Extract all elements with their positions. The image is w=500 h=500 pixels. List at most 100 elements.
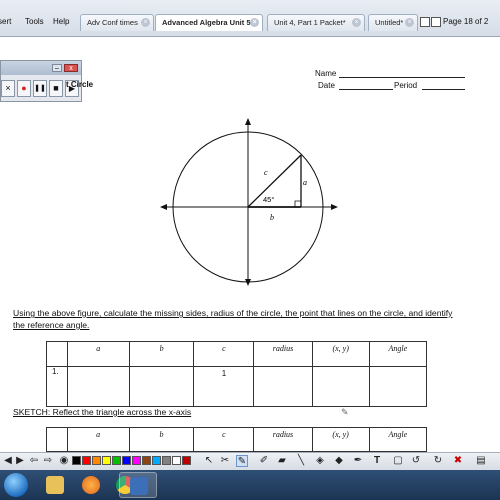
name-label: Name: [315, 69, 337, 78]
period-blank-line: [422, 89, 465, 90]
delete-icon[interactable]: ✖: [452, 455, 464, 467]
sketch-title: SKETCH: Reflect the triangle across the …: [13, 407, 192, 417]
tab-label: Untitled*: [375, 18, 404, 27]
table-header-row: a b c radius (x, y) Angle: [46, 427, 428, 452]
close-icon[interactable]: ×: [141, 18, 150, 27]
previous-page-icon[interactable]: ⇦: [28, 455, 40, 467]
smart-notebook-icon: [130, 477, 148, 495]
date-blank-line: [339, 89, 393, 90]
menu-tools[interactable]: Tools: [25, 17, 44, 26]
text-icon[interactable]: T: [371, 455, 383, 467]
screen-icon[interactable]: ▢: [392, 455, 404, 467]
start-button[interactable]: [4, 473, 28, 497]
windows-taskbar: [0, 470, 500, 500]
magic-pen-icon[interactable]: ✒: [352, 455, 364, 467]
unit-circle-figure: c a b 45°: [160, 118, 338, 286]
record-button[interactable]: ●: [17, 80, 31, 97]
date-label: Date: [318, 81, 335, 90]
table-header-cell: radius: [253, 427, 313, 452]
table-cell[interactable]: [311, 366, 370, 407]
angle-label: 45°: [263, 195, 274, 204]
table-header-cell: (x, y): [311, 341, 370, 367]
page-indicator: Page 18 of 2: [443, 17, 489, 26]
cursor-icon[interactable]: ↖: [203, 455, 215, 467]
undo-icon[interactable]: ↺: [410, 455, 422, 467]
toolbar-menu-icon[interactable]: ▤: [475, 455, 487, 467]
tab-adv-conf-times[interactable]: Adv Conf times ×: [80, 14, 154, 31]
close-icon[interactable]: x: [64, 64, 78, 72]
y-axis-arrow-down-icon: [245, 279, 251, 286]
close-icon[interactable]: ×: [352, 18, 361, 27]
globe-icon[interactable]: ◉: [58, 455, 70, 467]
hypotenuse-c: [247, 154, 302, 208]
table-header-cell: b: [128, 427, 195, 452]
page-sorter-icon[interactable]: [431, 17, 441, 27]
app-top-bar: sert Tools Help Adv Conf times × Advance…: [0, 0, 500, 37]
taskbar-media-player[interactable]: [76, 472, 106, 498]
table-cell[interactable]: [253, 366, 313, 407]
table-header-cell: c: [193, 427, 255, 452]
fill-icon[interactable]: ◈: [314, 455, 326, 467]
color-swatch-magenta[interactable]: [132, 456, 141, 465]
right-arrow-icon[interactable]: ▶: [14, 455, 26, 467]
label-b: b: [270, 213, 274, 222]
table-row: 1. 1: [46, 366, 428, 407]
close-icon[interactable]: ×: [250, 18, 259, 27]
worksheet-title: t Circle: [66, 80, 94, 89]
minimize-icon[interactable]: –: [52, 64, 62, 72]
color-swatch-brown[interactable]: [142, 456, 151, 465]
table-cell[interactable]: [128, 366, 195, 407]
cancel-recording-button[interactable]: ×: [1, 80, 15, 97]
taskbar-explorer[interactable]: [40, 472, 70, 498]
color-swatch-blue[interactable]: [122, 456, 131, 465]
color-swatch-green[interactable]: [112, 456, 121, 465]
table-cell[interactable]: [66, 366, 130, 407]
shape-icon[interactable]: ◆: [333, 455, 345, 467]
eraser-icon[interactable]: ▰: [276, 455, 288, 467]
color-swatch-yellow[interactable]: [102, 456, 111, 465]
table-header-cell: Angle: [368, 341, 428, 367]
color-swatch-white[interactable]: [172, 456, 181, 465]
table-header-cell: a: [66, 427, 130, 452]
color-swatch-black[interactable]: [72, 456, 81, 465]
table-header-cell: Angle: [368, 427, 428, 452]
label-a: a: [303, 178, 307, 187]
redo-icon[interactable]: ↻: [432, 455, 444, 467]
menu-insert[interactable]: sert: [0, 17, 11, 26]
instructions-text: Using the above figure, calculate the mi…: [13, 308, 453, 330]
close-icon[interactable]: ×: [405, 18, 414, 27]
page-view-icon[interactable]: [420, 17, 430, 27]
tab-unit-4-part-1-packet[interactable]: Unit 4, Part 1 Packet* ×: [267, 14, 365, 31]
answer-table-2: a b c radius (x, y) Angle: [46, 427, 428, 452]
table-header-cell: (x, y): [311, 427, 370, 452]
stop-button[interactable]: ■: [49, 80, 63, 97]
x-axis-arrow-right-icon: [331, 204, 338, 210]
pause-button[interactable]: ❚❚: [33, 80, 47, 97]
color-swatch-cyan[interactable]: [152, 456, 161, 465]
color-swatch-gray[interactable]: [162, 456, 171, 465]
line-icon[interactable]: ╲: [295, 455, 307, 467]
tab-untitled[interactable]: Untitled* ×: [368, 14, 418, 31]
table-cell[interactable]: 1: [193, 366, 255, 407]
x-axis-arrow-left-icon: [160, 204, 167, 210]
menu-help[interactable]: Help: [53, 17, 69, 26]
media-player-icon: [82, 476, 100, 494]
table-header-cell: radius: [253, 341, 313, 367]
table-header-cell: [46, 427, 68, 452]
color-swatch-orange[interactable]: [92, 456, 101, 465]
table-header-cell: b: [128, 341, 195, 367]
table-header-cell: c: [193, 341, 255, 367]
tab-advanced-algebra-unit-5[interactable]: Advanced Algebra Unit 5* ×: [155, 14, 263, 31]
name-blank-line: [339, 77, 465, 78]
next-page-icon[interactable]: ⇨: [42, 455, 54, 467]
left-arrow-icon[interactable]: ◀: [2, 455, 14, 467]
taskbar-smart-notebook[interactable]: [119, 472, 157, 498]
color-swatch-red[interactable]: [82, 456, 91, 465]
highlighter-icon[interactable]: ✐: [258, 455, 270, 467]
table-cell: 1.: [46, 366, 68, 407]
table-header-cell: a: [66, 341, 130, 367]
table-cell[interactable]: [368, 366, 428, 407]
pen-icon[interactable]: ✎: [236, 455, 248, 467]
tools-icon[interactable]: ✂: [219, 455, 231, 467]
color-swatch-darkred[interactable]: [182, 456, 191, 465]
